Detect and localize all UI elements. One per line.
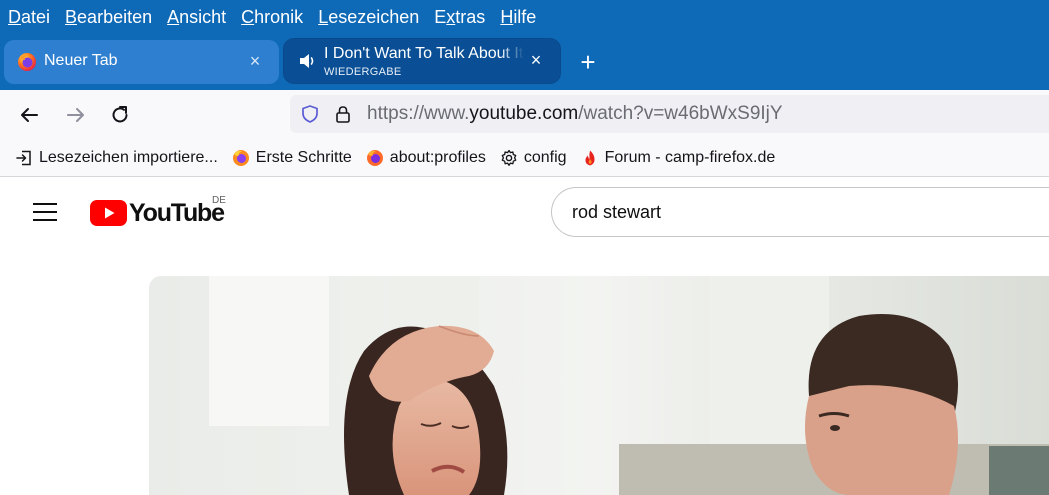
import-icon [16, 150, 31, 165]
tab-title: Neuer Tab [44, 52, 118, 69]
menu-bar: Datei Bearbeiten Ansicht Chronik Lesezei… [0, 0, 1049, 34]
bookmark-label: config [523, 148, 567, 166]
close-icon[interactable]: × [526, 50, 546, 70]
forward-arrow-icon[interactable] [62, 102, 88, 128]
video-player[interactable] [149, 276, 1049, 495]
country-code: DE [212, 195, 226, 206]
gear-icon [501, 149, 517, 166]
url-text[interactable]: https://www.youtube.com/watch?v=w46bWxS9… [367, 103, 783, 125]
close-icon[interactable]: × [245, 51, 265, 71]
search-query[interactable]: rod stewart [572, 202, 661, 223]
speaker-icon[interactable] [298, 51, 318, 71]
reload-icon[interactable] [107, 102, 133, 128]
tab-new-tab[interactable]: Neuer Tab × [4, 40, 279, 84]
bookmark-erste-schritte[interactable]: Erste Schritte [232, 149, 352, 167]
bookmark-label: Lesezeichen importiere... [39, 148, 218, 166]
menu-ansicht[interactable]: Ansicht [167, 0, 226, 34]
firefox-icon [366, 149, 383, 166]
bookmark-forum[interactable]: Forum - camp-firefox.de [581, 148, 776, 167]
tab-title: I Don't Want To Talk About It [324, 45, 524, 62]
youtube-page: YouTube DE rod stewart [0, 177, 1049, 495]
youtube-wordmark: YouTube [129, 199, 225, 227]
bookmarks-bar: Lesezeichen importiere... Erste Schritte… [0, 139, 1049, 177]
tab-playing-label: WIEDERGABE [324, 66, 402, 78]
youtube-logo[interactable]: YouTube [90, 199, 225, 227]
bookmark-about-profiles[interactable]: about:profiles [366, 149, 486, 167]
bookmark-import[interactable]: Lesezeichen importiere... [15, 149, 218, 167]
new-tab-button[interactable]: + [574, 49, 602, 77]
menu-hilfe[interactable]: Hilfe [500, 0, 536, 34]
tab-youtube-playing[interactable]: I Don't Want To Talk About It WIEDERGABE… [284, 39, 560, 83]
bookmark-label: Erste Schritte [255, 148, 352, 166]
menu-lesezeichen[interactable]: Lesezeichen [318, 0, 419, 34]
bookmark-config[interactable]: config [500, 149, 567, 167]
firefox-browser-icon [232, 149, 249, 166]
menu-extras[interactable]: Extras [434, 0, 485, 34]
bookmark-label: about:profiles [389, 148, 486, 166]
menu-bearbeiten[interactable]: Bearbeiten [65, 0, 152, 34]
youtube-play-icon [90, 200, 127, 226]
search-input[interactable]: rod stewart [551, 187, 1049, 237]
menu-datei[interactable]: Datei [8, 0, 50, 34]
hamburger-menu-icon[interactable] [33, 203, 57, 223]
menu-chronik[interactable]: Chronik [241, 0, 303, 34]
back-arrow-icon[interactable] [17, 102, 43, 128]
lock-icon[interactable] [333, 104, 353, 124]
bookmark-label: Forum - camp-firefox.de [604, 148, 776, 166]
tab-strip: Neuer Tab × I Don't Want To Talk About I… [0, 34, 1049, 90]
url-bar[interactable]: https://www.youtube.com/watch?v=w46bWxS9… [290, 95, 1049, 133]
navigation-bar: https://www.youtube.com/watch?v=w46bWxS9… [0, 90, 1049, 139]
firefox-icon [18, 53, 36, 71]
flame-icon [585, 150, 595, 165]
tracking-shield-icon[interactable] [300, 104, 320, 124]
video-frame [149, 276, 1049, 495]
